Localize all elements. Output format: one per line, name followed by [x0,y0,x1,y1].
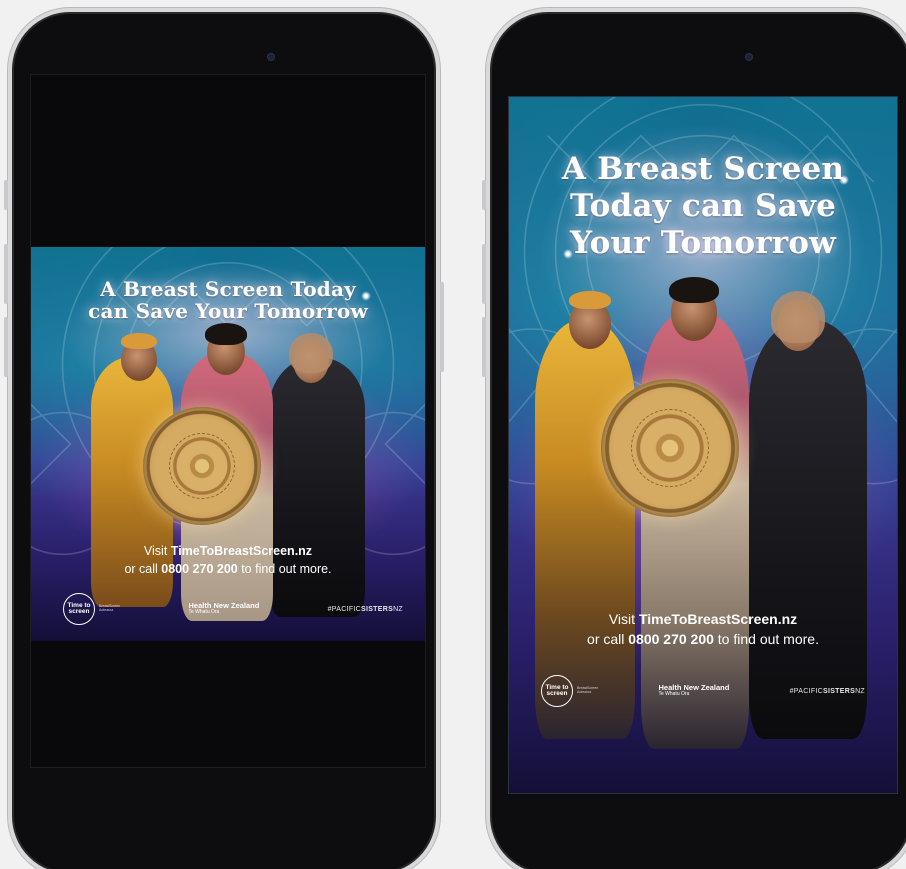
hnz-sub: Te Whatu Ora [188,609,220,616]
phone-screen: A Breast Screen Today can Save Your Tomo… [508,96,898,794]
sparkle-decoration [839,175,849,185]
cta-call-prefix: or call [587,631,629,648]
volume-up-button [482,244,486,304]
headline-line-2: Today can Save [569,188,837,225]
figure-hair [771,291,825,343]
hashtag-suffix: NZ [393,605,403,613]
health-nz-logo: Health New Zealand Te Whatu Ora [658,683,729,698]
cta-call-suffix: to find out more. [237,561,332,576]
tts-sub-2: Aotearoa [99,608,114,612]
time-to-screen-badge: Time to screen [541,675,573,707]
phone-mockup-story: A Breast Screen Today can Save Your Tomo… [482,8,906,869]
call-to-action: Visit TimeToBreastScreen.nz or call 0800… [31,543,425,578]
tts-line-2: screen [68,608,90,615]
cta-website-link: TimeToBreastScreen.nz [170,544,313,558]
front-camera-icon [268,54,274,60]
ad-poster-story: A Breast Screen Today can Save Your Tomo… [509,97,897,793]
tts-sub-2: Aotearoa [577,690,592,694]
canvas: A Breast Screen Today can Save Your Tomo… [0,0,906,869]
headband [121,333,157,349]
time-to-screen-badge: Time to screen [63,593,95,625]
cta-call-suffix: to find out more. [713,631,819,648]
headline-line-2: can Save Your Tomorrow [88,298,368,323]
hashtag: #PACIFICSISTERSNZ [328,606,403,613]
sparkle-decoration [563,249,573,259]
time-to-screen-logo: Time to screen BreastScreen Aotearoa [63,593,120,625]
ad-poster-square: A Breast Screen Today can Save Your Tomo… [31,247,425,641]
tts-subtitle: BreastScreen Aotearoa [99,604,120,613]
volume-down-button [482,317,486,377]
cta-call-line: or call 0800 270 200 to find out more. [31,561,425,579]
time-to-screen-logo: Time to screen BreastScreen Aotearoa [541,675,598,707]
cta-visit-line: Visit TimeToBreastScreen.nz [509,609,897,629]
cta-visit-line: Visit TimeToBreastScreen.nz [31,543,425,561]
golden-shield-icon [601,379,739,517]
cta-call-line: or call 0800 270 200 to find out more. [509,629,897,649]
hashtag: #PACIFICSISTERSNZ [790,688,865,695]
cta-visit-prefix: Visit [608,611,639,627]
power-button [440,282,444,372]
cta-website-link: TimeToBreastScreen.nz [638,611,798,627]
volume-down-button [4,317,8,377]
golden-shield-icon [143,407,261,525]
front-camera-icon [746,54,752,60]
action-button [482,180,486,210]
hnz-sub: Te Whatu Ora [658,691,690,698]
phone-screen: A Breast Screen Today can Save Your Tomo… [30,74,426,768]
hashtag-suffix: NZ [855,687,865,695]
cta-call-prefix: or call [124,561,162,576]
cta-phone-number: 0800 270 200 [628,631,714,648]
figure-hair [669,277,719,303]
hashtag-prefix: #PACIFIC [789,687,823,695]
sponsor-logo-bar: Time to screen BreastScreen Aotearoa Hea… [509,675,897,707]
hashtag-bold: SISTERS [823,687,856,695]
sponsor-logo-bar: Time to screen BreastScreen Aotearoa Hea… [31,593,425,625]
cta-visit-prefix: Visit [143,544,171,558]
hashtag-prefix: #PACIFIC [327,605,361,613]
figure-hair [289,333,333,373]
headline: A Breast Screen Today can Save Your Tomo… [509,151,897,263]
headband [569,291,611,309]
figure-hair [205,323,247,345]
action-button [4,180,8,210]
phone-mockup-square: A Breast Screen Today can Save Your Tomo… [4,8,444,869]
tts-subtitle: BreastScreen Aotearoa [577,686,598,695]
tts-line-2: screen [546,690,568,697]
volume-up-button [4,244,8,304]
figure-warrior-black-leather [269,333,365,617]
hashtag-bold: SISTERS [361,605,394,613]
sparkle-decoration [361,291,371,301]
health-nz-logo: Health New Zealand Te Whatu Ora [188,601,259,616]
cta-phone-number: 0800 270 200 [161,561,238,576]
call-to-action: Visit TimeToBreastScreen.nz or call 0800… [509,609,897,650]
